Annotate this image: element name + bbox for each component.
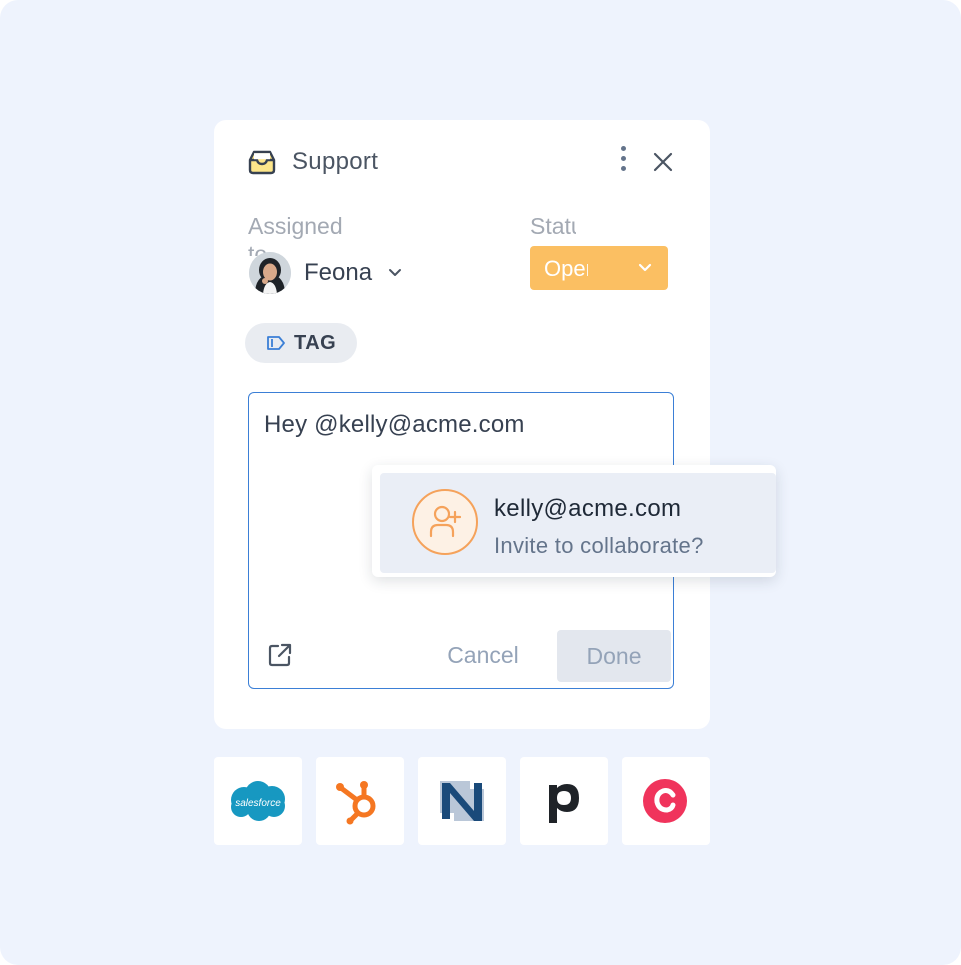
comment-input-text[interactable]: Hey @kelly@acme.com: [264, 411, 525, 439]
external-link-icon[interactable]: [267, 642, 293, 668]
avatar: [249, 252, 291, 294]
status-dropdown[interactable]: Open: [530, 246, 668, 290]
tag-button[interactable]: TAG: [245, 323, 357, 363]
pipedrive-tile[interactable]: [520, 757, 608, 845]
done-button[interactable]: Done: [557, 630, 671, 682]
assignee-dropdown[interactable]: Feona: [249, 252, 429, 294]
status-value: Open: [544, 256, 588, 281]
user-plus-icon: [412, 489, 478, 555]
pipedrive-logo: [549, 784, 579, 823]
support-panel: Support Assigned to Feona Status Open: [214, 120, 710, 729]
copper-tile[interactable]: [622, 757, 710, 845]
more-vertical-icon[interactable]: [615, 146, 631, 176]
chevron-down-icon: [638, 263, 652, 272]
mention-suggestion-popup: kelly@acme.com Invite to collaborate?: [372, 465, 776, 577]
assigned-to-label: Assigned to: [248, 213, 343, 256]
tag-label: TAG: [294, 332, 337, 354]
cancel-button[interactable]: Cancel: [429, 629, 537, 681]
mention-subtitle: Invite to collaborate?: [494, 533, 704, 558]
mention-suggestion-item[interactable]: kelly@acme.com Invite to collaborate?: [380, 473, 776, 573]
chevron-down-icon: [389, 269, 401, 276]
status-label: Status: [530, 213, 576, 239]
close-icon[interactable]: [651, 150, 675, 174]
inbox-icon: [248, 150, 276, 175]
hubspot-logo: [336, 781, 376, 825]
panel-header: Support: [214, 120, 710, 204]
integrations-row: salesforce: [214, 757, 712, 847]
copper-logo: [643, 779, 687, 823]
salesforce-wordmark: salesforce: [235, 798, 281, 809]
netsuite-tile[interactable]: [418, 757, 506, 845]
assignee-name: Feona: [304, 259, 373, 286]
panel-title: Support: [292, 148, 379, 175]
salesforce-logo: salesforce: [231, 781, 285, 821]
tag-icon: [267, 336, 285, 350]
hubspot-tile[interactable]: [316, 757, 404, 845]
salesforce-tile[interactable]: salesforce: [214, 757, 302, 845]
netsuite-logo: [440, 781, 484, 821]
mention-email: kelly@acme.com: [494, 495, 682, 522]
